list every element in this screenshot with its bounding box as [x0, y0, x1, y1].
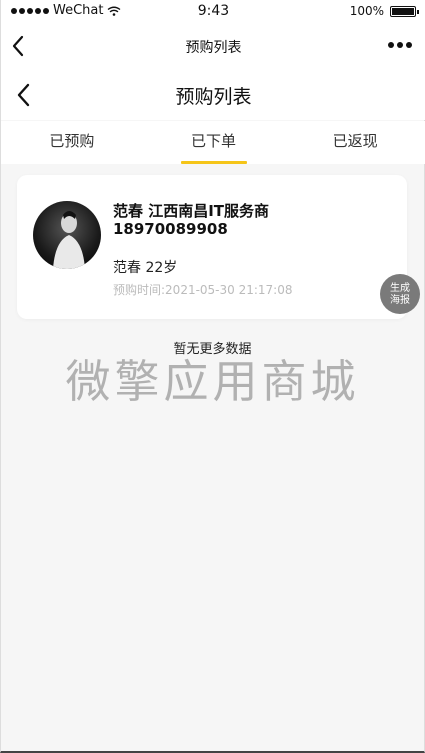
poster-label-2: 海报: [390, 294, 410, 306]
wechat-nav-title: 预购列表: [185, 40, 242, 56]
avatar: [33, 201, 101, 269]
tab-ordered[interactable]: 已下单: [143, 121, 285, 164]
tab-label: 已下单: [191, 132, 237, 150]
order-card[interactable]: 范春 江西南昌IT服务商 18970089908 范春 22岁 预购时间:202…: [17, 175, 407, 319]
tab-label: 已返现: [332, 132, 378, 150]
tab-preordered[interactable]: 已预购: [1, 121, 143, 164]
battery-icon: [390, 5, 419, 17]
battery-percent: 100%: [349, 4, 384, 18]
more-menu-icon[interactable]: [388, 42, 412, 48]
page-header: 预购列表: [1, 68, 425, 120]
person-photo-icon: [53, 211, 85, 269]
customer-age: 范春 22岁: [113, 260, 178, 276]
app-page: WeChat 9:43 100% 预购列表 预购列表 已预购 已下单 已返现 范…: [0, 0, 425, 753]
poster-label-1: 生成: [390, 282, 410, 294]
tab-cashback[interactable]: 已返现: [284, 121, 425, 164]
generate-poster-button[interactable]: 生成 海报: [380, 274, 420, 314]
customer-phone: 18970089908: [113, 220, 228, 238]
tab-label: 已预购: [49, 132, 95, 150]
customer-name-company: 范春 江西南昌IT服务商: [113, 202, 270, 220]
status-right: 100%: [349, 4, 419, 18]
active-tab-indicator: [180, 161, 247, 164]
wechat-nav-bar: 预购列表: [1, 24, 425, 68]
preorder-time: 预购时间:2021-05-30 21:17:08: [113, 283, 293, 297]
page-title: 预购列表: [175, 86, 252, 108]
status-bar: WeChat 9:43 100%: [1, 0, 425, 24]
watermark-text: 微擎应用商城: [65, 355, 360, 408]
order-status-tabs: 已预购 已下单 已返现: [1, 121, 425, 164]
